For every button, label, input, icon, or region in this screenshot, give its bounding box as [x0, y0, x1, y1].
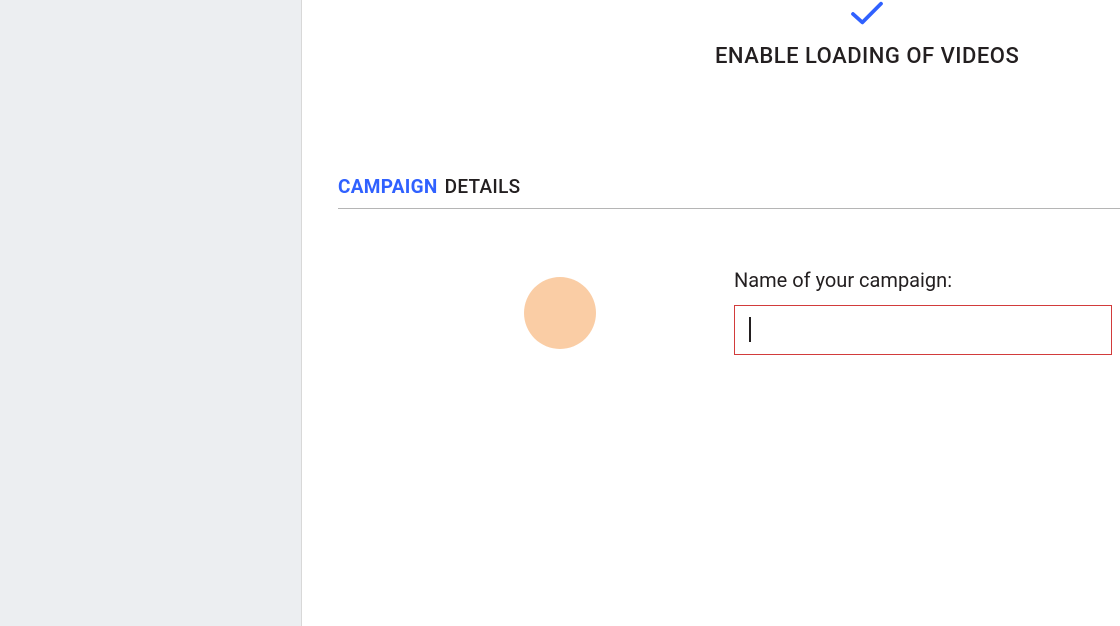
- enable-videos-label: ENABLE LOADING OF VIDEOS: [715, 44, 1019, 69]
- checkmark-icon: [848, 0, 886, 32]
- main-content: ENABLE LOADING OF VIDEOS CAMPAIGN DETAIL…: [302, 0, 1120, 626]
- section-header-campaign-details: CAMPAIGN DETAILS: [338, 175, 1120, 209]
- field-group-campaign-name: Name of your campaign:: [734, 268, 1112, 355]
- text-cursor: [749, 317, 751, 342]
- section-header-highlight: CAMPAIGN: [338, 175, 438, 198]
- campaign-name-input[interactable]: [734, 305, 1112, 355]
- section-header-rest: DETAILS: [445, 175, 521, 198]
- sidebar: [0, 0, 302, 626]
- campaign-name-label: Name of your campaign:: [734, 268, 1112, 292]
- enable-videos-block[interactable]: ENABLE LOADING OF VIDEOS: [715, 0, 1019, 69]
